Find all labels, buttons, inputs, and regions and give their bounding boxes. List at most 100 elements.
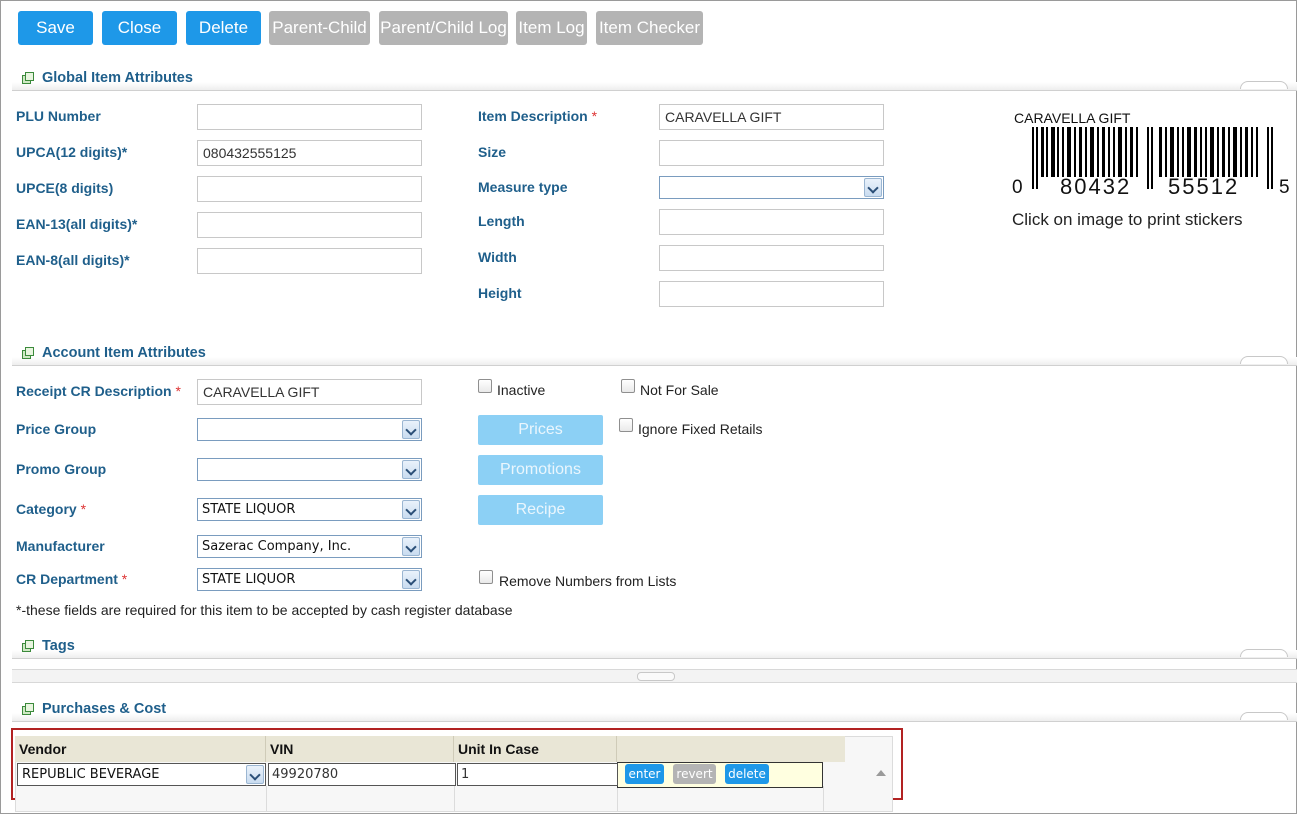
size-label: Size	[478, 144, 507, 160]
upca-input[interactable]: 080432555125	[197, 140, 422, 166]
receipt-description-input[interactable]: CARAVELLA GIFT	[197, 379, 422, 405]
price-group-select[interactable]	[197, 418, 422, 441]
collapse-tab[interactable]	[1240, 81, 1288, 89]
inactive-label: Inactive	[497, 382, 546, 398]
close-button[interactable]: Close	[102, 11, 177, 45]
category-select[interactable]: STATE LIQUOR	[197, 498, 422, 521]
chevron-down-icon[interactable]	[402, 570, 420, 589]
promo-group-label: Promo Group	[16, 461, 107, 477]
upce-label: UPCE(8 digits)	[16, 180, 114, 196]
print-stickers-hint[interactable]: Click on image to print stickers	[1012, 210, 1243, 230]
cr-department-select[interactable]: STATE LIQUOR	[197, 568, 422, 591]
section-icon	[22, 639, 34, 652]
section-band	[12, 713, 1297, 721]
section-title: Global Item Attributes	[42, 70, 193, 86]
chevron-down-icon[interactable]	[402, 460, 420, 479]
manufacturer-select[interactable]: Sazerac Company, Inc.	[197, 535, 422, 558]
enter-button[interactable]: enter	[625, 764, 664, 784]
remove-numbers-label: Remove Numbers from Lists	[499, 573, 677, 589]
barcode-digits-group2: 55512	[1168, 174, 1240, 199]
promotions-button[interactable]: Promotions	[478, 455, 603, 485]
ean8-input[interactable]	[197, 248, 422, 274]
global-attributes-header[interactable]: Global Item Attributes	[22, 70, 193, 86]
measure-type-label: Measure type	[478, 179, 568, 195]
barcode-digit-right: 5	[1279, 177, 1290, 198]
upca-label: UPCA(12 digits)*	[16, 144, 128, 160]
scroll-up-icon[interactable]	[876, 770, 886, 776]
item-log-button[interactable]: Item Log	[516, 11, 587, 45]
height-input[interactable]	[659, 281, 884, 307]
collapse-tab[interactable]	[1240, 712, 1288, 720]
delete-row-button[interactable]: delete	[725, 764, 769, 784]
barcode-caption: CARAVELLA GIFT	[1014, 110, 1131, 126]
revert-button[interactable]: revert	[673, 764, 716, 784]
chevron-down-icon[interactable]	[402, 500, 420, 519]
splitter-grip-icon[interactable]	[637, 672, 675, 681]
section-icon	[22, 346, 34, 359]
ean13-input[interactable]	[197, 212, 422, 238]
barcode-digit-left: 0	[1012, 177, 1023, 198]
length-input[interactable]	[659, 209, 884, 235]
tags-header[interactable]: Tags	[22, 638, 75, 654]
unit-in-case-column-header[interactable]: Unit In Case	[454, 736, 617, 762]
section-title: Account Item Attributes	[42, 345, 206, 361]
ignore-fixed-retails-label: Ignore Fixed Retails	[638, 421, 763, 437]
actions-column-header	[617, 736, 845, 762]
promo-group-select[interactable]	[197, 458, 422, 481]
account-attributes-header[interactable]: Account Item Attributes	[22, 345, 206, 361]
item-description-label: Item Description *	[478, 108, 598, 124]
section-title: Purchases & Cost	[42, 701, 167, 717]
section-title: Tags	[42, 638, 75, 654]
section-band	[12, 82, 1297, 90]
column-divider	[617, 786, 618, 812]
ean8-label: EAN-8(all digits)*	[16, 252, 130, 268]
not-for-sale-checkbox[interactable]	[621, 379, 635, 393]
parent-child-log-button[interactable]: Parent/Child Log	[379, 11, 508, 45]
vendor-select[interactable]: REPUBLIC BEVERAGE	[17, 763, 266, 786]
section-divider	[12, 721, 1297, 722]
item-description-input[interactable]: CARAVELLA GIFT	[659, 104, 884, 130]
plu-label: PLU Number	[16, 108, 101, 124]
column-divider	[454, 786, 455, 812]
delete-button[interactable]: Delete	[186, 11, 261, 45]
prices-button[interactable]: Prices	[478, 415, 603, 445]
category-label: Category *	[16, 501, 87, 517]
section-divider	[12, 365, 1297, 366]
width-input[interactable]	[659, 245, 884, 271]
chevron-down-icon[interactable]	[246, 765, 264, 784]
vendor-column-header[interactable]: Vendor	[15, 736, 266, 762]
collapse-tab[interactable]	[1240, 649, 1288, 657]
inactive-checkbox[interactable]	[478, 379, 492, 393]
ean13-label: EAN-13(all digits)*	[16, 216, 138, 232]
cr-department-label: CR Department *	[16, 571, 128, 587]
column-divider	[823, 786, 824, 812]
manufacturer-label: Manufacturer	[16, 538, 105, 554]
ignore-fixed-retails-checkbox[interactable]	[619, 418, 633, 432]
length-label: Length	[478, 213, 525, 229]
plu-input[interactable]	[197, 104, 422, 130]
receipt-description-label: Receipt CR Description *	[16, 383, 181, 399]
remove-numbers-checkbox[interactable]	[479, 570, 493, 584]
size-input[interactable]	[659, 140, 884, 166]
save-button[interactable]: Save	[18, 11, 93, 45]
item-checker-button[interactable]: Item Checker	[596, 11, 703, 45]
not-for-sale-label: Not For Sale	[640, 382, 719, 398]
unit-in-case-input[interactable]: 1	[457, 763, 618, 786]
parent-child-button[interactable]: Parent-Child	[269, 11, 370, 45]
section-divider	[12, 90, 1297, 91]
section-icon	[22, 702, 34, 715]
collapse-tab[interactable]	[1240, 356, 1288, 364]
recipe-button[interactable]: Recipe	[478, 495, 603, 525]
price-group-label: Price Group	[16, 421, 97, 437]
section-icon	[22, 71, 34, 84]
chevron-down-icon[interactable]	[402, 537, 420, 556]
chevron-down-icon[interactable]	[864, 178, 882, 197]
section-divider	[12, 658, 1297, 659]
measure-type-select[interactable]	[659, 176, 884, 199]
vin-column-header[interactable]: VIN	[266, 736, 454, 762]
vin-input[interactable]: 49920780	[268, 763, 456, 786]
purchases-cost-header[interactable]: Purchases & Cost	[22, 701, 166, 717]
upce-input[interactable]	[197, 176, 422, 202]
chevron-down-icon[interactable]	[402, 420, 420, 439]
width-label: Width	[478, 249, 517, 265]
